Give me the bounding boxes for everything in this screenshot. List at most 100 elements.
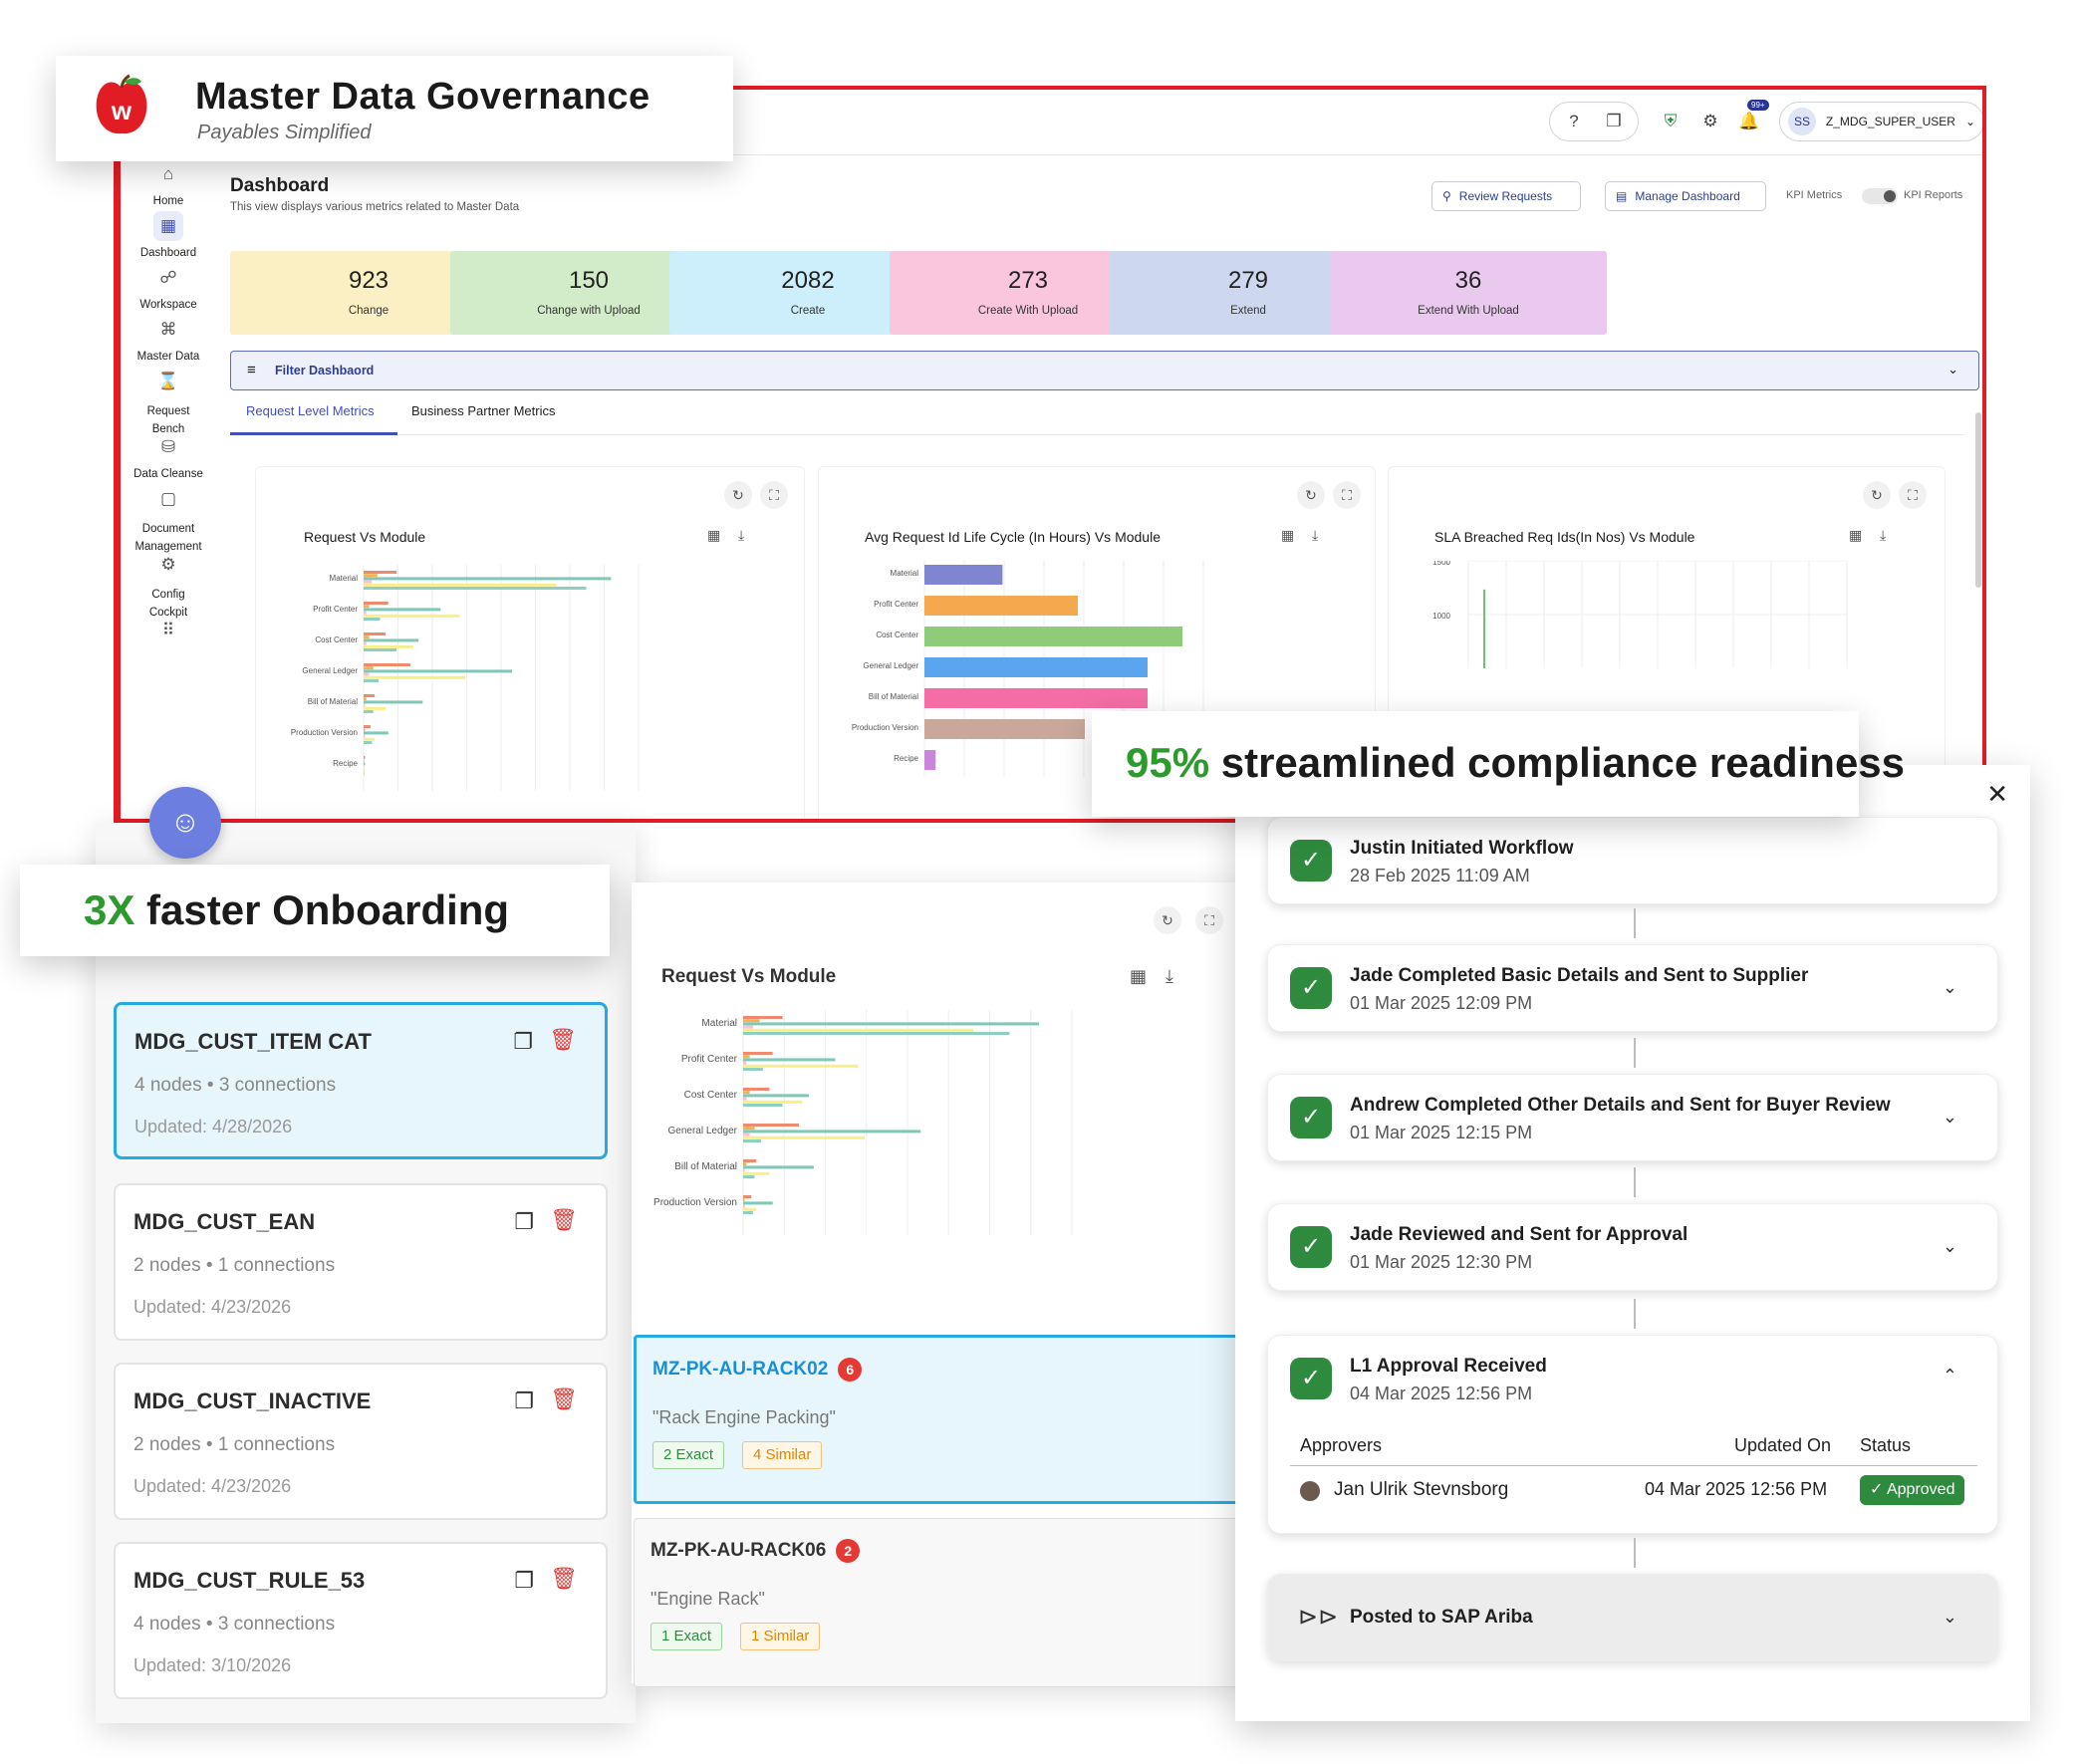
- rule-card[interactable]: MDG_CUST_RULE_53 4 nodes • 3 connections…: [114, 1542, 608, 1699]
- compliance-percent: 95%: [1126, 739, 1210, 786]
- match-description: "Rack Engine Packing": [652, 1407, 836, 1427]
- bar: [364, 574, 378, 578]
- bar: [743, 1171, 770, 1175]
- bar: [743, 1052, 773, 1055]
- download-icon[interactable]: ⤓: [1166, 966, 1173, 987]
- tick-label: Bill of Material: [869, 692, 918, 701]
- download-icon[interactable]: ⤓: [1880, 527, 1886, 544]
- download-icon[interactable]: ⤓: [738, 527, 744, 544]
- refresh-icon[interactable]: ↻: [1297, 481, 1325, 509]
- refresh-icon[interactable]: ↻: [724, 481, 752, 509]
- manage-icon: ▤: [1616, 189, 1628, 203]
- delete-icon[interactable]: 🗑: [550, 1386, 578, 1412]
- bar: [743, 1139, 762, 1142]
- sidebar-item-config-cockpit[interactable]: ⚙ Config Cockpit: [121, 550, 216, 622]
- bar: [364, 666, 374, 670]
- table-icon[interactable]: ▦: [1281, 527, 1294, 544]
- copy-icon[interactable]: ❐: [514, 1209, 534, 1235]
- workflow-step[interactable]: ✓ Jade Completed Basic Details and Sent …: [1267, 944, 1998, 1032]
- similar-tag: 1 Similar: [740, 1623, 821, 1650]
- copy-icon[interactable]: ❐: [513, 1029, 533, 1055]
- user-menu[interactable]: SS Z_MDG_SUPER_USER ⌄: [1779, 102, 1982, 141]
- manage-dashboard-button[interactable]: ▤ Manage Dashboard: [1605, 181, 1766, 211]
- tab-business-partner-metrics[interactable]: Business Partner Metrics: [411, 403, 556, 418]
- rule-updated: Updated: 4/23/2026: [133, 1476, 292, 1496]
- tick-label: Production Version: [291, 728, 358, 737]
- bar: [743, 1022, 1039, 1026]
- workflow-step-pending[interactable]: ⊳⊳ Posted to SAP Ariba ⌄: [1267, 1574, 1998, 1661]
- workflow-step-expanded[interactable]: ✓ L1 Approval Received 04 Mar 2025 12:56…: [1267, 1335, 1998, 1534]
- table-icon[interactable]: ▦: [707, 527, 720, 544]
- sidebar-item-label: Data Cleanse: [133, 468, 203, 480]
- refresh-icon[interactable]: ↻: [1154, 906, 1181, 934]
- tab-request-level-metrics[interactable]: Request Level Metrics: [230, 403, 397, 435]
- refresh-icon[interactable]: ↻: [1863, 481, 1891, 509]
- shield-icon[interactable]: ⛨: [1660, 111, 1682, 132]
- workflow-step[interactable]: ✓ Jade Reviewed and Sent for Approval 01…: [1267, 1203, 1998, 1291]
- filter-dashboard-bar[interactable]: ≡ Filter Dashbaord ⌄: [230, 351, 1979, 390]
- document-icon: ▢: [159, 489, 177, 508]
- help-icon[interactable]: ?: [1564, 111, 1584, 132]
- sidebar-item-master-data[interactable]: ⌘ Master Data: [121, 315, 216, 363]
- table-icon[interactable]: ▦: [1130, 966, 1147, 987]
- bar: [364, 679, 380, 682]
- notification-badge: 99+: [1747, 100, 1769, 111]
- scrollbar[interactable]: [1975, 412, 1981, 588]
- copy-icon[interactable]: ❐: [514, 1388, 534, 1414]
- chevron-down-icon[interactable]: ⌄: [1943, 1236, 1957, 1257]
- rule-updated: Updated: 4/28/2026: [134, 1117, 293, 1136]
- fullscreen-icon[interactable]: ⛶: [1195, 906, 1223, 934]
- step-date: 01 Mar 2025 12:30 PM: [1350, 1252, 1533, 1272]
- bar: [364, 580, 373, 584]
- rule-card-selected[interactable]: MDG_CUST_ITEM CAT 4 nodes • 3 connection…: [114, 1002, 608, 1159]
- sidebar-item-more[interactable]: ⠿: [121, 616, 216, 651]
- workflow-step[interactable]: ✓ Andrew Completed Other Details and Sen…: [1267, 1074, 1998, 1161]
- tick-label: Recipe: [333, 759, 358, 768]
- sidebar-item-request-bench[interactable]: ⌛ Request Bench: [121, 367, 216, 438]
- chevron-down-icon[interactable]: ⌄: [1943, 1607, 1957, 1628]
- rule-card[interactable]: MDG_CUST_INACTIVE 2 nodes • 1 connection…: [114, 1363, 608, 1520]
- table-icon[interactable]: ▦: [1849, 527, 1862, 544]
- avatar: SS: [1788, 108, 1816, 135]
- gear-icon[interactable]: ⚙: [1699, 111, 1721, 132]
- delete-icon[interactable]: 🗑: [550, 1207, 578, 1233]
- kpi-metrics-label: KPI Metrics: [1786, 189, 1843, 201]
- workflow-panel: ✕ ✓ Justin Initiated Workflow 28 Feb 202…: [1235, 765, 2030, 1721]
- bell-icon[interactable]: 🔔: [1738, 111, 1760, 132]
- sidebar-item-workspace[interactable]: ☍ Workspace: [121, 263, 216, 311]
- page-title: Dashboard: [230, 175, 330, 196]
- fullscreen-icon[interactable]: ⛶: [1899, 481, 1927, 509]
- sidebar-item-home[interactable]: ⌂ Home: [121, 159, 216, 207]
- rule-card[interactable]: MDG_CUST_EAN 2 nodes • 1 connections Upd…: [114, 1183, 608, 1341]
- kpi-card[interactable]: 36 Extend With Upload: [1330, 251, 1607, 335]
- match-card[interactable]: MZ-PK-AU-RACK06 2 "Engine Rack" 1 Exact 1…: [634, 1518, 1241, 1687]
- review-requests-button[interactable]: ⚲ Review Requests: [1431, 181, 1581, 211]
- chat-icon[interactable]: ❐: [1604, 111, 1624, 132]
- fullscreen-icon[interactable]: ⛶: [1333, 481, 1361, 509]
- match-card-selected[interactable]: MZ-PK-AU-RACK02 6 "Rack Engine Packing" 2…: [634, 1335, 1241, 1504]
- close-icon[interactable]: ✕: [1986, 779, 2008, 810]
- sidebar-item-data-cleanse[interactable]: ⛁ Data Cleanse: [121, 432, 216, 480]
- bar: [364, 731, 389, 735]
- kpi-toggle[interactable]: [1862, 188, 1898, 204]
- delete-icon[interactable]: 🗑: [550, 1566, 578, 1592]
- sidebar-item-document-management[interactable]: ▢ Document Management: [121, 484, 216, 556]
- chevron-down-icon[interactable]: ⌄: [1943, 977, 1957, 998]
- rule-updated: Updated: 4/23/2026: [133, 1297, 292, 1317]
- assistant-bot-icon[interactable]: ☺: [149, 787, 221, 859]
- step-title: Posted to SAP Ariba: [1350, 1607, 1533, 1628]
- copy-icon[interactable]: ❐: [514, 1568, 534, 1594]
- sidebar-item-dashboard[interactable]: ▦ Dashboard: [121, 211, 216, 259]
- tick-label: Bill of Material: [674, 1161, 737, 1172]
- chevron-up-icon[interactable]: ⌃: [1943, 1366, 1957, 1386]
- delete-icon[interactable]: 🗑: [549, 1027, 577, 1053]
- tick-label: 1000: [1432, 612, 1450, 621]
- chevron-down-icon[interactable]: ⌄: [1943, 1107, 1957, 1128]
- download-icon[interactable]: ⤓: [1312, 527, 1318, 544]
- bar: [743, 1028, 973, 1032]
- bar: [743, 1204, 745, 1208]
- bar: [364, 725, 371, 728]
- bar: [364, 759, 365, 763]
- fullscreen-icon[interactable]: ⛶: [760, 481, 788, 509]
- brand-title: Master Data Governance: [195, 76, 650, 118]
